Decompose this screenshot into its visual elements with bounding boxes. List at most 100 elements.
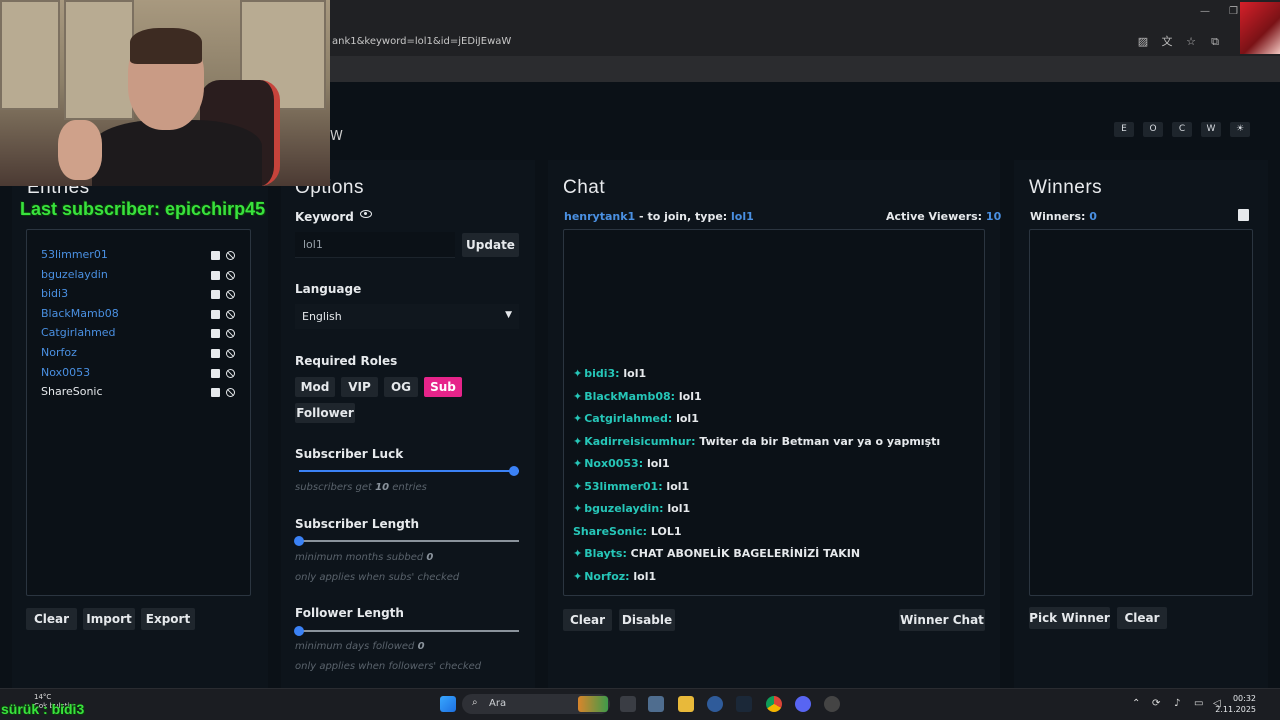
chat-username[interactable]: Nox0053 [584, 457, 638, 470]
chat-username[interactable]: 53limmer01 [584, 480, 658, 493]
app-icon[interactable] [707, 696, 723, 712]
remove-entry-icon[interactable] [211, 271, 220, 280]
discord-icon[interactable] [795, 696, 811, 712]
update-button[interactable]: Update [462, 233, 519, 257]
task-view-icon[interactable] [620, 696, 636, 712]
ban-icon[interactable] [226, 251, 235, 260]
chevron-up-icon[interactable]: ⌃ [1132, 698, 1140, 709]
windows-start-icon[interactable] [440, 696, 456, 712]
winners-count-value: 0 [1089, 210, 1097, 223]
top-button-e[interactable]: E [1114, 122, 1134, 137]
remove-entry-icon[interactable] [211, 329, 220, 338]
ban-icon[interactable] [226, 290, 235, 299]
chat-username[interactable]: Norfoz [584, 570, 625, 583]
badge-icon: ✦ [573, 390, 583, 403]
search-highlight-icon [578, 696, 608, 712]
chat-clear-button[interactable]: Clear [563, 609, 612, 631]
winners-clear-button[interactable]: Clear [1117, 607, 1167, 629]
pick-winner-button[interactable]: Pick Winner [1029, 607, 1110, 629]
entry-name[interactable]: BlackMamb08 [41, 307, 119, 320]
role-follower[interactable]: Follower [295, 403, 355, 423]
entry-name[interactable]: Norfoz [41, 346, 77, 359]
remove-entry-icon[interactable] [211, 290, 220, 299]
ban-icon[interactable] [226, 329, 235, 338]
entry-name[interactable]: ShareSonic [41, 385, 103, 398]
display-icon[interactable]: ▭ [1194, 698, 1203, 709]
language-select[interactable]: English ▼ [295, 304, 519, 329]
calculator-icon[interactable] [648, 696, 664, 712]
minimize-icon[interactable]: — [1200, 6, 1210, 17]
entry-name[interactable]: bguzelaydin [41, 268, 108, 281]
import-button[interactable]: Import [83, 608, 135, 630]
follower-length-hint: minimum days followed 0 [295, 641, 425, 652]
remove-entry-icon[interactable] [211, 310, 220, 319]
obs-icon[interactable] [824, 696, 840, 712]
microphone-icon[interactable]: ♪ [1174, 698, 1180, 709]
disable-button[interactable]: Disable [619, 609, 675, 631]
winner-chat-button[interactable]: Winner Chat [899, 609, 985, 631]
sync-icon[interactable]: ⟳ [1152, 698, 1160, 709]
url-text[interactable]: ank1&keyword=lol1&id=jEDiJEwaW [332, 36, 511, 47]
ban-icon[interactable] [226, 388, 235, 397]
eye-icon[interactable] [360, 210, 372, 218]
chat-username[interactable]: bidi3 [584, 367, 615, 380]
remove-entry-icon[interactable] [211, 369, 220, 378]
taskbar [0, 688, 1280, 720]
remove-entry-icon[interactable] [211, 349, 220, 358]
winners-list[interactable] [1029, 229, 1253, 596]
chat-text: lol1 [623, 367, 647, 380]
sub-length-hint-pre: minimum months subbed [295, 552, 424, 563]
follower-length-knob[interactable] [294, 626, 304, 636]
top-button-c[interactable]: C [1172, 122, 1192, 137]
camera-off-icon[interactable]: ▨ [1136, 35, 1150, 49]
chat-channel-name[interactable]: henrytank1 [564, 210, 635, 223]
export-button[interactable]: Export [141, 608, 195, 630]
ban-icon[interactable] [226, 369, 235, 378]
file-explorer-icon[interactable] [678, 696, 694, 712]
chat-username[interactable]: BlackMamb08 [584, 390, 670, 403]
sub-length-knob[interactable] [294, 536, 304, 546]
entries-list[interactable] [26, 229, 251, 596]
chrome-icon[interactable] [766, 696, 782, 712]
sub-length-slider[interactable] [294, 536, 519, 546]
remove-entry-icon[interactable] [211, 251, 220, 260]
sub-luck-knob[interactable] [509, 466, 519, 476]
role-og[interactable]: OG [384, 377, 418, 397]
ban-icon[interactable] [226, 349, 235, 358]
role-vip[interactable]: VIP [341, 377, 378, 397]
chat-message: ✦ Nox0053: lol1 [573, 457, 670, 470]
top-button-w[interactable]: W [1201, 122, 1221, 137]
follower-length-slider[interactable] [294, 626, 519, 636]
chat-username[interactable]: Catgirlahmed [584, 412, 668, 425]
role-mod[interactable]: Mod [295, 377, 335, 397]
steam-icon[interactable] [736, 696, 752, 712]
bottom-overlay-text: sürük : bidi3 [1, 701, 85, 717]
entry-name[interactable]: 53limmer01 [41, 248, 108, 261]
entry-name[interactable]: Catgirlahmed [41, 326, 116, 339]
chat-username[interactable]: ShareSonic [573, 525, 643, 538]
chat-username[interactable]: Blayts [584, 547, 622, 560]
chat-text: lol1 [666, 480, 690, 493]
theme-toggle-icon[interactable]: ☀ [1230, 122, 1250, 137]
extensions-icon[interactable]: ⧉ [1208, 35, 1222, 49]
restore-icon[interactable]: ❐ [1229, 6, 1238, 17]
ban-icon[interactable] [226, 310, 235, 319]
top-button-o[interactable]: O [1143, 122, 1163, 137]
ban-icon[interactable] [226, 271, 235, 280]
keyword-input[interactable]: lol1 [295, 232, 455, 258]
chat-username[interactable]: Kadirreisicumhur [584, 435, 691, 448]
translate-icon[interactable]: 文 [1160, 35, 1174, 49]
remove-entry-icon[interactable] [211, 388, 220, 397]
taskbar-clock[interactable]: 00:32 2.11.2025 [1215, 693, 1256, 715]
chat-separator: : [622, 547, 631, 560]
copy-icon[interactable] [1238, 209, 1249, 221]
chat-username[interactable]: bguzelaydin [584, 502, 659, 515]
taskbar-search-placeholder: Ara [489, 698, 507, 709]
entry-name[interactable]: bidi3 [41, 287, 68, 300]
entry-name[interactable]: Nox0053 [41, 366, 90, 379]
star-icon[interactable]: ☆ [1184, 35, 1198, 49]
sub-luck-slider[interactable] [299, 466, 519, 476]
role-sub[interactable]: Sub [424, 377, 462, 397]
webcam-overlay [0, 0, 330, 186]
entries-clear-button[interactable]: Clear [26, 608, 77, 630]
